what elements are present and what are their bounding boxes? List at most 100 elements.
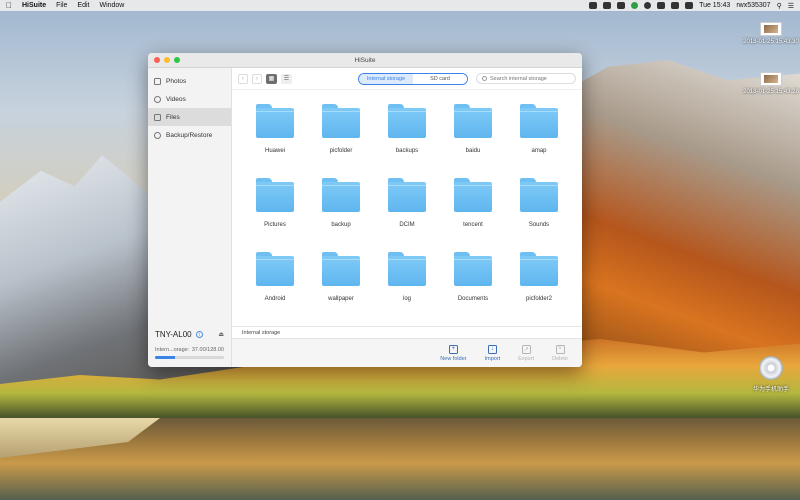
folder-icon <box>322 252 360 286</box>
maximize-icon[interactable] <box>174 57 180 63</box>
folder-label: tencent <box>463 222 483 228</box>
sidebar-item-backup-restore[interactable]: Backup/Restore <box>148 126 231 144</box>
backup-icon <box>154 131 161 139</box>
folder-item[interactable]: backups <box>374 100 440 174</box>
folder-item[interactable]: Android <box>242 248 308 322</box>
sidebar-item-files[interactable]: Files <box>148 108 231 126</box>
tray-clock-icon[interactable] <box>644 2 652 9</box>
sidebar: Photos Videos Files Backup/Restore TNY-A… <box>148 68 232 367</box>
folder-item[interactable]: DCIM <box>374 174 440 248</box>
folder-item[interactable]: Huawei <box>242 100 308 174</box>
folder-label: wallpaper <box>328 296 354 302</box>
action-label: New folder <box>440 355 467 362</box>
folder-item[interactable]: tencent <box>440 174 506 248</box>
export-icon: ↗ <box>521 344 531 354</box>
menu-clock[interactable]: Tue 15:43 <box>699 2 730 9</box>
folder-label: DCIM <box>399 222 415 228</box>
folder-grid: Huawei picfolder backups baidu amap Pictures b… <box>232 90 582 326</box>
back-button[interactable]: ‹ <box>238 73 248 84</box>
menu-file[interactable]: File <box>56 2 67 9</box>
folder-item[interactable]: Sounds <box>506 174 572 248</box>
folder-label: picfolder2 <box>525 296 552 302</box>
folder-icon <box>388 104 426 138</box>
device-panel: TNY-AL00 i ⏏ Intern...orage: 37.00/128.0… <box>155 330 224 359</box>
tray-app-icon[interactable] <box>603 2 612 9</box>
menu-bar:  HiSuite File Edit Window Tue 15:43 rwx… <box>0 0 800 11</box>
new-folder-button[interactable]: + New folder <box>440 344 467 362</box>
tray-app-icon[interactable] <box>617 2 626 9</box>
menu-app-name[interactable]: HiSuite <box>22 2 46 9</box>
eject-icon[interactable]: ⏏ <box>218 331 224 338</box>
window-titlebar[interactable]: HiSuite <box>148 53 582 68</box>
path-bar: Internal storage <box>232 326 582 338</box>
folder-item[interactable]: Documents <box>440 248 506 322</box>
info-icon[interactable]: i <box>195 331 203 338</box>
folder-item[interactable]: Pictures <box>242 174 308 248</box>
desktop-file-label: 2018-01-25 15.43.28 <box>743 89 799 95</box>
image-thumbnail-icon <box>760 22 782 36</box>
sidebar-item-videos[interactable]: Videos <box>148 90 231 108</box>
desktop-file[interactable]: 2018-01-25 15.43.28 <box>736 72 800 95</box>
new-folder-icon: + <box>448 344 458 354</box>
folder-item[interactable]: amap <box>506 100 572 174</box>
list-view-button[interactable]: ☰ <box>281 73 292 84</box>
storage-tabs: Internal storage SD card <box>358 72 468 85</box>
sidebar-item-label: Backup/Restore <box>166 131 213 139</box>
folder-label: Documents <box>457 296 489 302</box>
folder-icon <box>256 104 294 138</box>
tray-app-icon[interactable] <box>631 2 639 9</box>
desktop-installer[interactable]: 华为手机助手 <box>736 356 800 393</box>
folder-item[interactable]: picfolder <box>308 100 374 174</box>
window-controls <box>154 57 180 63</box>
action-label: Export <box>518 355 535 362</box>
desktop-file[interactable]: 2018-01-25 15.43.30 <box>736 22 800 45</box>
toolbar: ‹ › ▦ ☰ Internal storage SD card <box>232 68 582 90</box>
grid-view-button[interactable]: ▦ <box>266 73 277 84</box>
search-box <box>476 73 576 84</box>
folder-icon <box>520 104 558 138</box>
menu-extras: Tue 15:43 rwx535307 ⚲ ☰ <box>589 2 794 10</box>
folder-label: backup <box>331 222 351 228</box>
storage-progress-fill <box>155 356 175 359</box>
desktop-file-label: 2018-01-25 15.43.30 <box>743 39 799 45</box>
folder-label: amap <box>531 148 547 154</box>
wifi-icon[interactable] <box>657 2 666 9</box>
window-title: HiSuite <box>354 56 376 64</box>
sidebar-item-photos[interactable]: Photos <box>148 72 231 90</box>
apple-menu-icon[interactable]:  <box>6 1 12 10</box>
tab-sd-card[interactable]: SD card <box>413 73 467 84</box>
folder-icon <box>322 178 360 212</box>
import-button[interactable]: ↓ Import <box>485 344 500 362</box>
folder-label: backups <box>395 148 419 154</box>
close-icon[interactable] <box>154 57 160 63</box>
action-bar: + New folder ↓ Import ↗ Export × Delete <box>232 338 582 367</box>
folder-item[interactable]: backup <box>308 174 374 248</box>
minimize-icon[interactable] <box>164 57 170 63</box>
export-button[interactable]: ↗ Export <box>518 344 535 362</box>
menu-edit[interactable]: Edit <box>77 2 89 9</box>
folder-item[interactable]: baidu <box>440 100 506 174</box>
import-icon: ↓ <box>487 344 497 354</box>
tray-app-icon[interactable] <box>589 2 598 9</box>
menu-window[interactable]: Window <box>99 2 124 9</box>
device-name: TNY-AL00 <box>155 330 192 339</box>
tab-internal-storage[interactable]: Internal storage <box>359 73 413 84</box>
menu-user[interactable]: rwx535307 <box>736 2 770 9</box>
folder-item[interactable]: picfolder2 <box>506 248 572 322</box>
forward-button[interactable]: › <box>252 73 262 84</box>
battery-icon[interactable] <box>685 2 694 9</box>
delete-button[interactable]: × Delete <box>552 344 568 362</box>
list-icon[interactable]: ☰ <box>788 2 794 10</box>
search-icon[interactable]: ⚲ <box>777 2 782 10</box>
storage-progress-bar <box>155 356 224 359</box>
folder-label: log <box>402 296 411 302</box>
folder-icon <box>520 178 558 212</box>
volume-icon[interactable] <box>671 2 680 9</box>
folder-item[interactable]: log <box>374 248 440 322</box>
folder-item[interactable]: wallpaper <box>308 248 374 322</box>
main-panel: ‹ › ▦ ☰ Internal storage SD card Huawei p… <box>232 68 582 367</box>
search-input[interactable] <box>490 75 575 82</box>
sidebar-item-label: Photos <box>166 77 187 85</box>
folder-label: Huawei <box>264 148 285 154</box>
files-icon <box>154 113 161 121</box>
